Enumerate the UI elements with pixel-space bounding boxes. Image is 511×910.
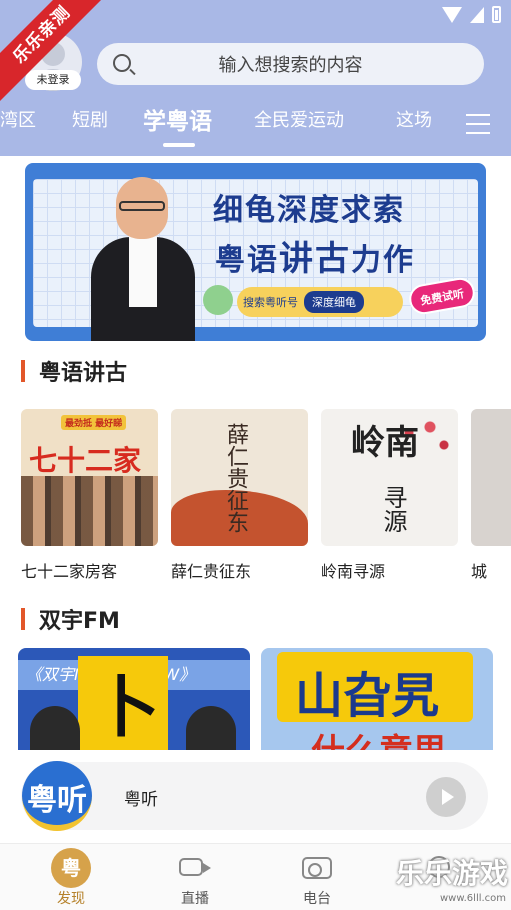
search-bar[interactable]: 输入想搜索的内容 (97, 43, 484, 85)
nav-label: 电台 (303, 891, 331, 907)
album-title: 七十二家房客 (21, 562, 118, 581)
tab-learn-cantonese[interactable]: 学粤语 (143, 102, 212, 136)
play-button[interactable] (426, 777, 466, 817)
wifi-icon (442, 6, 462, 23)
microphone-icon (203, 285, 233, 315)
album-cover: 岭南 寻源 (321, 409, 458, 546)
signal-icon (470, 6, 484, 23)
album-card[interactable]: 最劲抵 最好睇 七十二家 七十二家房客 (21, 409, 158, 582)
album-title: 薛仁贵征东 (171, 562, 252, 581)
tab-this-match[interactable]: 这场 (396, 106, 432, 132)
tab-bay-area[interactable]: 湾区 (0, 106, 36, 132)
watermark: 乐乐游戏 (396, 857, 509, 890)
nav-label: 直播 (181, 891, 209, 907)
banner-pill-button: 深度细龟 (304, 291, 364, 313)
radio-icon (302, 857, 332, 879)
discover-icon: 粤 (51, 848, 91, 888)
login-badge[interactable]: 未登录 (25, 70, 81, 90)
nav-live[interactable]: 直播 (145, 844, 245, 910)
status-bar (442, 6, 501, 23)
album-title: 城 (471, 562, 488, 581)
player-logo[interactable]: 粤听 (22, 761, 92, 831)
banner-pill-text: 搜索粤听号 (243, 296, 298, 309)
watermark-url: www.6lll.com (440, 893, 507, 904)
tab-short-drama[interactable]: 短剧 (72, 106, 108, 132)
menu-icon[interactable] (466, 114, 490, 134)
nav-label: 发现 (57, 891, 85, 907)
fm-card[interactable]: 山旮旯 什么意思 (261, 648, 493, 750)
album-cover (471, 409, 511, 546)
category-tabs: 湾区 短剧 学粤语 全民爱运动 这场 (0, 106, 460, 146)
album-card[interactable]: 薛仁贵征东 薛仁贵征东 (171, 409, 308, 582)
section-title-storytelling: 粤语讲古 (21, 355, 127, 387)
album-card[interactable]: 岭南 寻源 岭南寻源 (321, 409, 458, 582)
nav-discover[interactable]: 粤 发现 (21, 844, 121, 910)
banner-title-line2: 粤语讲古力作 (215, 239, 415, 279)
fm-card-sub-text: 什么意思 (311, 724, 447, 750)
section-title-fm: 双宇FM (21, 603, 120, 635)
banner-host-image (83, 177, 203, 341)
active-tab-indicator (163, 143, 195, 147)
album-title: 岭南寻源 (321, 562, 386, 581)
banner-title-line1: 细龟深度求索 (213, 193, 405, 228)
album-cover: 最劲抵 最好睇 七十二家 (21, 409, 158, 546)
album-card[interactable]: 城 (471, 409, 511, 582)
tab-sports[interactable]: 全民爱运动 (254, 106, 344, 132)
promo-banner[interactable]: 细龟深度求索 粤语讲古力作 搜索粤听号 深度细龟 免费试听 (25, 163, 486, 341)
fm-card[interactable]: 《双宇MORN SHOW》 卜 (18, 648, 250, 750)
fm-card-big-text: 卜 (94, 669, 160, 746)
video-camera-icon (179, 858, 211, 876)
nav-radio[interactable]: 电台 (267, 844, 367, 910)
banner-search-pill: 搜索粤听号 深度细龟 (237, 287, 403, 317)
album-cover: 薛仁贵征东 (171, 409, 308, 546)
battery-icon (492, 6, 501, 23)
search-placeholder: 输入想搜索的内容 (218, 55, 363, 76)
fm-card-big-text: 山旮旯 (295, 668, 440, 724)
player-title: 粤听 (124, 790, 158, 810)
